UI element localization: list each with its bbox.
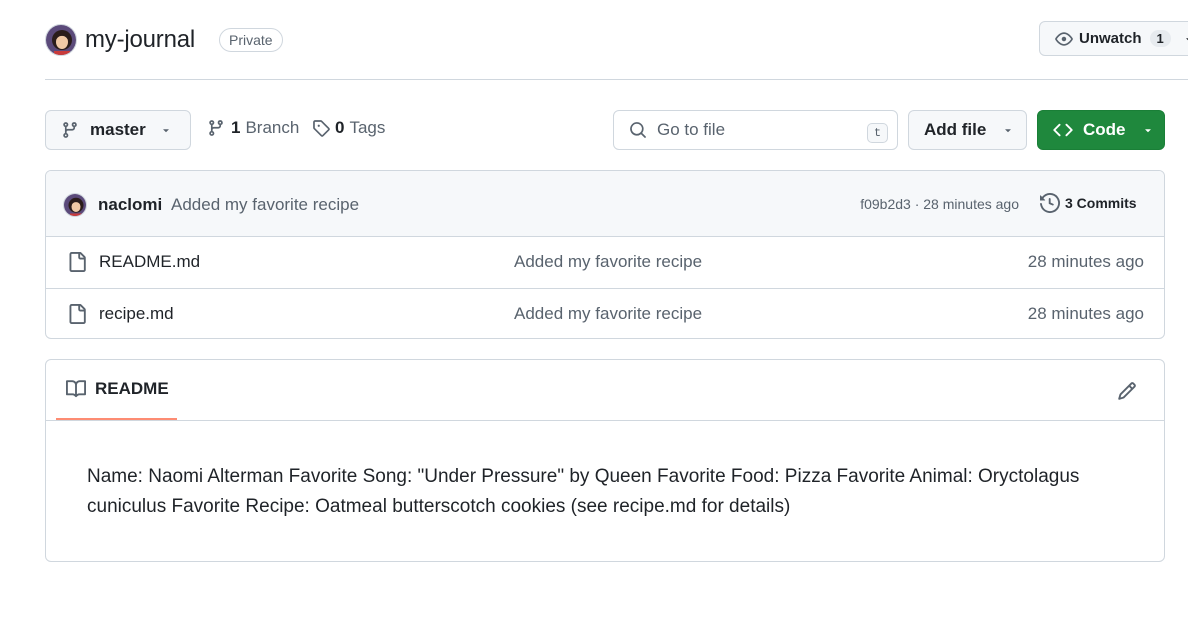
file-commit-message[interactable]: Added my favorite recipe [514, 304, 702, 324]
chevron-down-icon [160, 124, 172, 136]
repo-name[interactable]: my-journal [85, 26, 195, 54]
watch-count: 1 [1149, 30, 1171, 47]
git-branch-icon [61, 121, 79, 139]
code-button[interactable]: Code [1037, 110, 1165, 150]
history-icon [1040, 193, 1060, 213]
visibility-badge: Private [219, 28, 283, 52]
branch-name: master [90, 120, 146, 139]
add-file-label: Add file [924, 120, 987, 139]
chevron-down-icon [1142, 124, 1154, 136]
commits-link[interactable]: 3 Commits [1040, 193, 1137, 213]
commit-author[interactable]: naclomi [98, 195, 162, 215]
file-name[interactable]: README.md [99, 252, 200, 272]
readme-panel: README Name: Naomi Alterman Favorite Son… [45, 359, 1165, 562]
file-row[interactable]: recipe.md Added my favorite recipe 28 mi… [46, 288, 1164, 338]
commits-count-label: 3 Commits [1065, 195, 1137, 211]
unwatch-label: Unwatch [1079, 30, 1142, 47]
readme-tab[interactable]: README [56, 360, 177, 420]
file-icon [67, 304, 87, 324]
readme-tab-label: README [95, 379, 169, 398]
add-file-button[interactable]: Add file [908, 110, 1027, 150]
code-icon [1053, 120, 1073, 140]
readme-divider [46, 420, 1164, 421]
branch-label: Branch [245, 118, 300, 137]
header-divider [45, 79, 1188, 80]
branch-selector[interactable]: master [45, 110, 191, 150]
go-to-file-search[interactable]: t [613, 110, 898, 150]
commit-message[interactable]: Added my favorite recipe [171, 195, 359, 215]
go-to-file-input[interactable] [657, 120, 852, 140]
code-label: Code [1083, 120, 1126, 139]
commit-author-avatar[interactable] [63, 193, 87, 217]
file-age: 28 minutes ago [1027, 304, 1144, 323]
file-commit-message[interactable]: Added my favorite recipe [514, 252, 702, 272]
tag-label: Tags [349, 118, 386, 137]
owner-avatar[interactable] [45, 24, 77, 56]
unwatch-button[interactable]: Unwatch 1 [1039, 21, 1188, 56]
file-icon [67, 252, 87, 272]
tag-count: 0 [335, 118, 345, 137]
latest-commit-bar: naclomi Added my favorite recipe f09b2d3… [46, 171, 1164, 237]
commit-hash-time[interactable]: f09b2d3 · 28 minutes ago [860, 196, 1019, 212]
branches-link[interactable]: 1 Branch [207, 118, 299, 138]
search-icon [629, 121, 647, 139]
readme-content: Name: Naomi Alterman Favorite Song: "Und… [87, 466, 1080, 517]
search-shortcut-key: t [867, 123, 888, 143]
branch-count: 1 [231, 118, 241, 137]
file-name[interactable]: recipe.md [99, 304, 174, 324]
chevron-down-icon [1002, 124, 1014, 136]
file-age: 28 minutes ago [1027, 252, 1144, 271]
pencil-icon[interactable] [1117, 381, 1137, 401]
book-icon [66, 379, 86, 399]
file-browser: naclomi Added my favorite recipe f09b2d3… [45, 170, 1165, 339]
tags-link[interactable]: 0 Tags [312, 118, 385, 138]
eye-icon [1055, 30, 1073, 48]
tag-icon [312, 119, 330, 137]
chevron-down-icon [1183, 33, 1188, 45]
git-branch-icon [207, 119, 225, 137]
file-row[interactable]: README.md Added my favorite recipe 28 mi… [46, 237, 1164, 288]
